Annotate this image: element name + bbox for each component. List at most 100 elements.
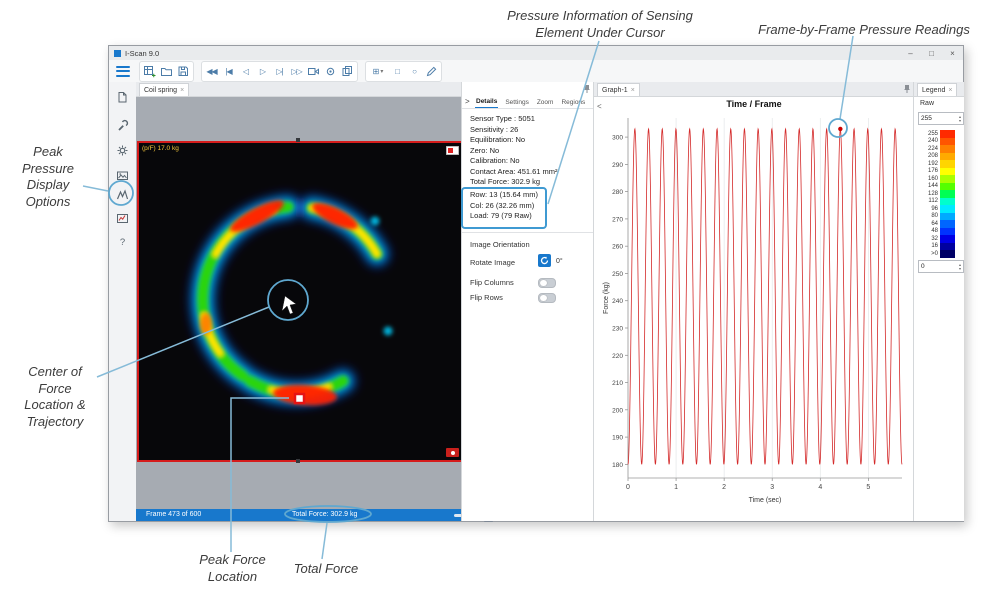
legend-row: 192: [918, 160, 958, 168]
legend-row-value: 192: [918, 161, 940, 167]
frame-counter: Frame 473 of 600: [146, 511, 201, 518]
fast-forward-button[interactable]: ▷▷: [288, 63, 305, 80]
sensor-info-list: Sensor Type : 5051 Sensitivity : 26 Equi…: [470, 114, 590, 188]
save-button[interactable]: [175, 63, 192, 80]
legend-color-swatch: [940, 183, 955, 191]
details-panel: > Details Settings Zoom Regions Sensor T…: [461, 82, 594, 521]
calibration-wrench-button[interactable]: [115, 118, 130, 133]
legend-color-swatch: [940, 213, 955, 221]
legend-row: 255: [918, 130, 958, 138]
open-folder-icon: [160, 65, 173, 78]
legend-row: 144: [918, 183, 958, 191]
play-button[interactable]: ▷: [254, 63, 271, 80]
tab-settings[interactable]: Settings: [504, 96, 530, 108]
svg-text:Time (sec): Time (sec): [749, 497, 782, 504]
svg-text:300: 300: [612, 135, 623, 142]
cursor-row: Row: 13 (15.64 mm): [470, 190, 590, 201]
legend-max-spinner[interactable]: 255 ▴▾: [918, 112, 964, 125]
movie-button[interactable]: [305, 63, 322, 80]
legend-color-swatch: [940, 235, 955, 243]
time-frame-chart[interactable]: 0123451801902002102202302402502602702802…: [600, 110, 908, 510]
annotated-screenshot-page: Pressure Information of Sensing Element …: [0, 0, 1000, 607]
legend-row: 240: [918, 138, 958, 146]
ellipse-tool-button[interactable]: ○: [406, 63, 423, 80]
svg-text:250: 250: [612, 271, 623, 278]
flip-rows-toggle[interactable]: [538, 293, 556, 303]
tab-details[interactable]: Details: [475, 96, 498, 108]
selection-handle[interactable]: [296, 138, 300, 142]
legend-row: 96: [918, 205, 958, 213]
close-button[interactable]: ×: [942, 46, 963, 60]
file-page-button[interactable]: [115, 90, 130, 105]
peak-pressure-icon: [116, 188, 129, 201]
svg-text:230: 230: [612, 326, 623, 333]
snapshot-graph-button[interactable]: [115, 211, 130, 226]
record-button[interactable]: [322, 63, 339, 80]
current-frame-marker[interactable]: [838, 127, 842, 131]
svg-text:180: 180: [612, 462, 623, 469]
help-button[interactable]: ?: [115, 235, 130, 250]
map-scale-label: (p/F) 17.0 kg: [142, 145, 179, 152]
app-menu-button[interactable]: [114, 65, 132, 78]
flip-columns-label: Flip Columns: [470, 278, 514, 287]
tab-coil-spring[interactable]: Coil spring ×: [139, 83, 189, 96]
panel-expander-chevron[interactable]: >: [465, 97, 470, 106]
legend-color-swatch: [940, 160, 955, 168]
copy-button[interactable]: [339, 63, 356, 80]
spinner-arrows-icon[interactable]: ▴▾: [959, 115, 961, 122]
close-graph-tab-icon[interactable]: ×: [631, 87, 635, 94]
maximize-button[interactable]: □: [921, 46, 942, 60]
svg-text:210: 210: [612, 380, 623, 387]
rewind-button[interactable]: ◀◀: [203, 63, 220, 80]
legend-row: 64: [918, 220, 958, 228]
rotate-angle-value: 0°: [556, 258, 563, 265]
legend-row-value: 112: [918, 198, 940, 204]
legend-mode-label[interactable]: Raw: [920, 100, 934, 107]
annotation-peak-force: Peak Force Location: [190, 552, 275, 585]
legend-row-value: 255: [918, 131, 940, 137]
selection-handle[interactable]: [296, 459, 300, 463]
first-frame-button[interactable]: |◀: [220, 63, 237, 80]
pencil-tool-button[interactable]: [423, 63, 440, 80]
legend-color-scale: 2552402242081921761601441281129680644832…: [918, 130, 958, 258]
minimize-button[interactable]: –: [900, 46, 921, 60]
rotate-image-button[interactable]: [538, 254, 551, 267]
gear-icon: [116, 144, 129, 157]
close-map-tab-icon[interactable]: ×: [180, 87, 184, 94]
tab-regions[interactable]: Regions: [560, 96, 586, 108]
legend-row-value: 48: [918, 228, 940, 234]
grid-display-button[interactable]: ⊞▾: [367, 63, 389, 80]
settings-gear-button[interactable]: [115, 143, 130, 158]
ellipse-icon: ○: [412, 67, 417, 76]
tab-zoom[interactable]: Zoom: [536, 96, 555, 108]
next-frame-button[interactable]: ▷|: [271, 63, 288, 80]
svg-text:290: 290: [612, 162, 623, 169]
pressure-map: [139, 143, 458, 456]
pressure-map-view[interactable]: (p/F) 17.0 kg: [137, 141, 464, 462]
close-legend-tab-icon[interactable]: ×: [948, 87, 952, 94]
display-image-button[interactable]: [115, 168, 130, 183]
map-view-panel: Coil spring ×: [136, 82, 461, 509]
pin-icon[interactable]: [583, 84, 591, 94]
flip-columns-toggle[interactable]: [538, 278, 556, 288]
legend-color-swatch: [940, 190, 955, 198]
cursor-info-list: Row: 13 (15.64 mm) Col: 26 (32.26 mm) Lo…: [470, 190, 590, 222]
spinner-arrows-icon[interactable]: ▴▾: [959, 263, 961, 270]
rectangle-tool-button[interactable]: □: [389, 63, 406, 80]
svg-text:1: 1: [674, 484, 678, 491]
legend-min-spinner[interactable]: 0 ▴▾: [918, 260, 964, 273]
peak-pressure-display-button[interactable]: [115, 187, 130, 202]
tab-legend[interactable]: Legend ×: [917, 83, 957, 96]
map-overlay-icon[interactable]: [446, 146, 459, 155]
open-file-button[interactable]: [158, 63, 175, 80]
zero: Zero: No: [470, 146, 590, 157]
legend-row-value: 32: [918, 236, 940, 242]
pin-icon[interactable]: [903, 84, 911, 94]
legend-color-swatch: [940, 198, 955, 206]
legend-row: 32: [918, 235, 958, 243]
sensitivity: Sensitivity : 26: [470, 125, 590, 136]
map-tab-row: Coil spring ×: [136, 82, 461, 97]
tab-graph-1[interactable]: Graph-1 ×: [597, 83, 640, 96]
new-window-button[interactable]: [141, 63, 158, 80]
previous-frame-button[interactable]: ◁: [237, 63, 254, 80]
